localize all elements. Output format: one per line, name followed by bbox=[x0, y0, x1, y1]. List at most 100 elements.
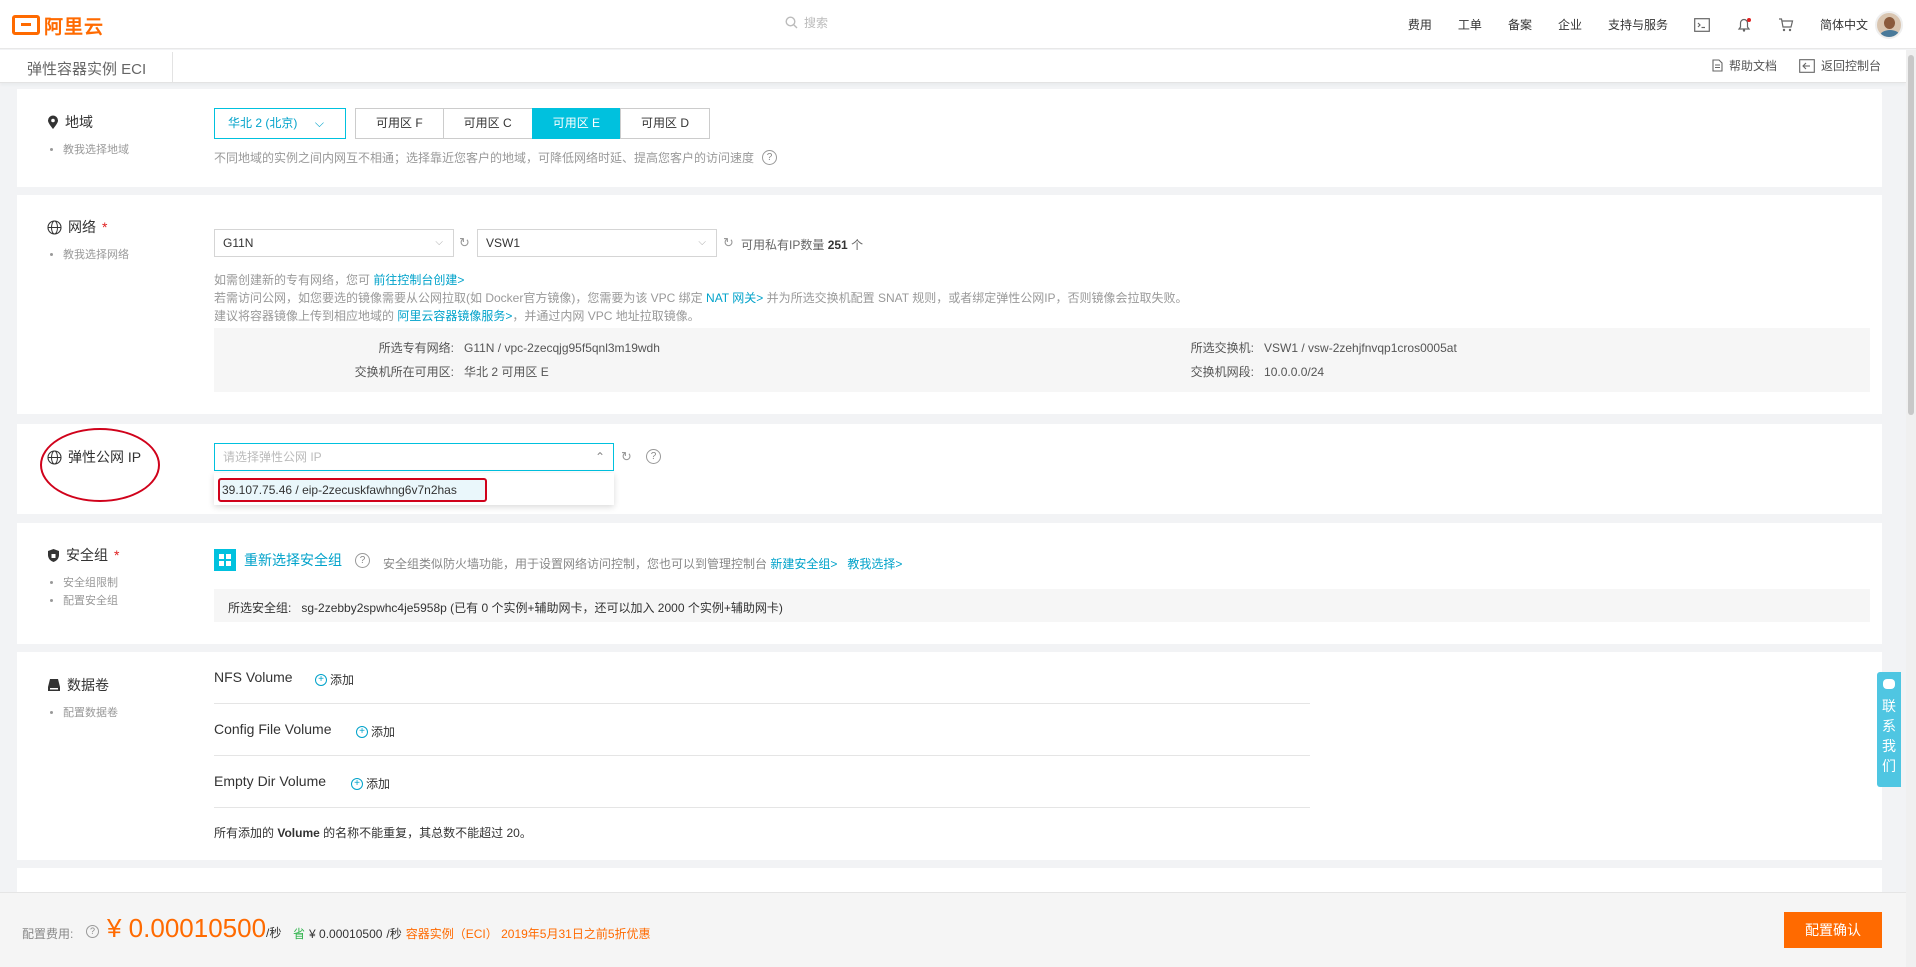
available-ip: 可用私有IP数量 251 个 bbox=[741, 238, 864, 252]
region-label: 地域 bbox=[47, 112, 93, 132]
teach-network-link[interactable]: 教我选择网络 bbox=[63, 246, 129, 264]
network-label: 网络 * bbox=[47, 217, 107, 237]
nav-enterprise[interactable]: 企业 bbox=[1558, 16, 1582, 33]
empty-dir-volume-row: Empty Dir Volume + 添加 bbox=[214, 756, 1310, 808]
container-registry-link[interactable]: 阿里云容器镜像服务> bbox=[397, 309, 512, 323]
chevron-down-icon: ⌵ bbox=[314, 116, 324, 130]
grid-icon bbox=[214, 549, 236, 571]
reselect-security-group-button[interactable]: 重新选择安全组 bbox=[214, 549, 342, 571]
globe-icon bbox=[47, 219, 62, 235]
search-box[interactable]: 搜索 bbox=[785, 14, 828, 31]
nav-support[interactable]: 支持与服务 bbox=[1608, 16, 1668, 33]
create-vpc-link[interactable]: 前往控制台创建> bbox=[373, 273, 464, 287]
nat-gateway-link[interactable]: NAT 网关> bbox=[706, 291, 763, 305]
add-empty-dir-volume-button[interactable]: + 添加 bbox=[351, 775, 390, 792]
back-console-icon bbox=[1799, 58, 1815, 73]
price-footer: 配置费用: ? ¥ 0.00010500/秒 省 ¥ 0.00010500/秒 … bbox=[0, 892, 1906, 967]
security-summary: 所选安全组: sg-2zebby2spwhc4je5958p (已有 0 个实例… bbox=[214, 589, 1870, 622]
region-select[interactable]: 华北 2 (北京) ⌵ bbox=[214, 108, 346, 139]
network-help: 教我选择网络 bbox=[63, 246, 129, 264]
help-icon[interactable]: ? bbox=[646, 449, 661, 464]
zone-d-button[interactable]: 可用区 D bbox=[620, 108, 711, 139]
nav-icp[interactable]: 备案 bbox=[1508, 16, 1532, 33]
security-desc: 安全组类似防火墙功能，用于设置网络访问控制，您也可以到管理控制台 新建安全组> … bbox=[383, 557, 903, 571]
volumes-section: 数据卷 配置数据卷 NFS Volume +添加 Config File Vol… bbox=[17, 652, 1882, 860]
add-config-file-volume-button[interactable]: + 添加 bbox=[356, 723, 395, 740]
region-help: 教我选择地域 bbox=[63, 141, 129, 159]
refresh-vswitch-icon[interactable]: ↻ bbox=[723, 236, 737, 250]
help-icon[interactable]: ? bbox=[355, 553, 370, 568]
product-header: 弹性容器实例 ECI 帮助文档 返回控制台 bbox=[0, 50, 1906, 83]
help-docs-link[interactable]: 帮助文档 bbox=[1712, 57, 1777, 74]
eip-select[interactable]: 请选择弹性公网 IP ⌃ bbox=[214, 443, 614, 471]
zone-f-button[interactable]: 可用区 F bbox=[355, 108, 444, 139]
volumes-note: 所有添加的 Volume 的名称不能重复，其总数不能超过 20。 bbox=[214, 826, 532, 840]
aliyun-logo[interactable]: 阿里云 bbox=[12, 13, 104, 38]
security-help: 安全组限制 配置安全组 bbox=[63, 574, 118, 610]
eip-option[interactable]: 39.107.75.46 / eip-2zecuskfawhng6v7n2has bbox=[218, 478, 487, 502]
vswitch-cidr: 10.0.0.0/24 bbox=[1264, 365, 1325, 379]
network-summary: 所选专有网络: G11N / vpc-2zecqjg95f5qnl3m19wdh… bbox=[214, 328, 1870, 392]
zone-tabs: 可用区 F 可用区 C 可用区 E 可用区 D bbox=[355, 108, 711, 139]
configure-volumes-link[interactable]: 配置数据卷 bbox=[63, 704, 118, 722]
nav-tickets[interactable]: 工单 bbox=[1458, 16, 1482, 33]
help-icon[interactable]: ? bbox=[762, 150, 778, 165]
refresh-eip-icon[interactable]: ↻ bbox=[621, 450, 635, 464]
back-console-link[interactable]: 返回控制台 bbox=[1799, 57, 1881, 74]
top-navbar: 阿里云 搜索 费用 工单 备案 企业 支持与服务 简体中文 bbox=[0, 0, 1916, 49]
zone-e-button[interactable]: 可用区 E bbox=[531, 108, 622, 139]
next-section bbox=[17, 868, 1882, 892]
page-scrollbar[interactable] bbox=[1906, 50, 1916, 967]
hard-disk-icon bbox=[48, 679, 60, 691]
shield-icon bbox=[48, 548, 59, 562]
zone-c-button[interactable]: 可用区 C bbox=[442, 108, 533, 139]
configure-security-link[interactable]: 配置安全组 bbox=[63, 592, 118, 610]
selected-vpc: G11N / vpc-2zecqjg95f5qnl3m19wdh bbox=[464, 341, 660, 355]
vswitch-zone: 华北 2 可用区 E bbox=[464, 365, 549, 379]
terminal-icon[interactable] bbox=[1694, 17, 1710, 32]
security-limit-link[interactable]: 安全组限制 bbox=[63, 574, 118, 592]
vpc-select[interactable]: G11N ⌵ bbox=[214, 229, 454, 257]
promo-text: 容器实例（ECI） 2019年5月31日之前5折优惠 bbox=[405, 927, 651, 941]
teach-security-link[interactable]: 教我选择> bbox=[847, 557, 902, 571]
volumes-label: 数据卷 bbox=[47, 675, 109, 695]
divider bbox=[172, 52, 173, 82]
scroll-thumb[interactable] bbox=[1908, 55, 1914, 415]
volumes-help: 配置数据卷 bbox=[63, 704, 118, 722]
config-file-volume-row: Config File Volume + 添加 bbox=[214, 704, 1310, 756]
plus-circle-icon: + bbox=[356, 725, 368, 738]
region-hint: 不同地域的实例之间内网互不相通；选择靠近您客户的地域，可降低网络时延、提高您客户… bbox=[214, 149, 778, 166]
confirm-config-button[interactable]: 配置确认 bbox=[1784, 912, 1882, 948]
eip-section: 弹性公网 IP 请选择弹性公网 IP ⌃ ↻ ? 39.107.75.46 / … bbox=[17, 424, 1882, 514]
plus-circle-icon: + bbox=[315, 673, 327, 686]
vswitch-select[interactable]: VSW1 ⌵ bbox=[477, 229, 717, 257]
logo-icon bbox=[12, 15, 40, 35]
page-title: 弹性容器实例 ECI bbox=[27, 61, 147, 78]
security-group-section: 安全组* 安全组限制 配置安全组 重新选择安全组 ? 安全组类似防火墙功能，用于… bbox=[17, 523, 1882, 644]
chat-icon bbox=[1883, 679, 1895, 689]
eip-label: 弹性公网 IP bbox=[47, 447, 141, 467]
globe-icon bbox=[47, 449, 62, 465]
location-pin-icon bbox=[48, 115, 58, 129]
help-icon[interactable]: ? bbox=[86, 925, 99, 938]
nav-fees[interactable]: 费用 bbox=[1408, 16, 1432, 33]
bell-icon[interactable] bbox=[1736, 17, 1752, 33]
selected-vswitch: VSW1 / vsw-2zehjfnvqp1cros0005at bbox=[1264, 341, 1457, 355]
eip-dropdown-menu: 39.107.75.46 / eip-2zecuskfawhng6v7n2has bbox=[214, 473, 614, 505]
contact-us-button[interactable]: 联系我们 bbox=[1877, 672, 1901, 787]
teach-region-link[interactable]: 教我选择地域 bbox=[63, 141, 129, 159]
region-section: 地域 教我选择地域 华北 2 (北京) ⌵ 可用区 F 可用区 C 可用区 E … bbox=[17, 89, 1882, 187]
avatar[interactable] bbox=[1875, 11, 1903, 39]
nfs-volume-row: NFS Volume + 添加 bbox=[214, 652, 1310, 704]
plus-circle-icon: + bbox=[351, 777, 363, 790]
new-security-group-link[interactable]: 新建安全组> bbox=[770, 557, 837, 571]
cart-icon[interactable] bbox=[1778, 17, 1794, 33]
discount-info: 省 ¥ 0.00010500/秒 容器实例（ECI） 2019年5月31日之前5… bbox=[293, 926, 651, 942]
security-label: 安全组 * bbox=[47, 545, 119, 565]
search-icon bbox=[785, 16, 798, 29]
top-nav-links: 费用 工单 备案 企业 支持与服务 简体中文 bbox=[1408, 0, 1868, 49]
refresh-vpc-icon[interactable]: ↻ bbox=[459, 236, 473, 250]
add-nfs-volume-button[interactable]: + 添加 bbox=[315, 671, 354, 688]
chevron-up-icon: ⌃ bbox=[594, 450, 605, 464]
language-switch[interactable]: 简体中文 bbox=[1820, 16, 1868, 33]
